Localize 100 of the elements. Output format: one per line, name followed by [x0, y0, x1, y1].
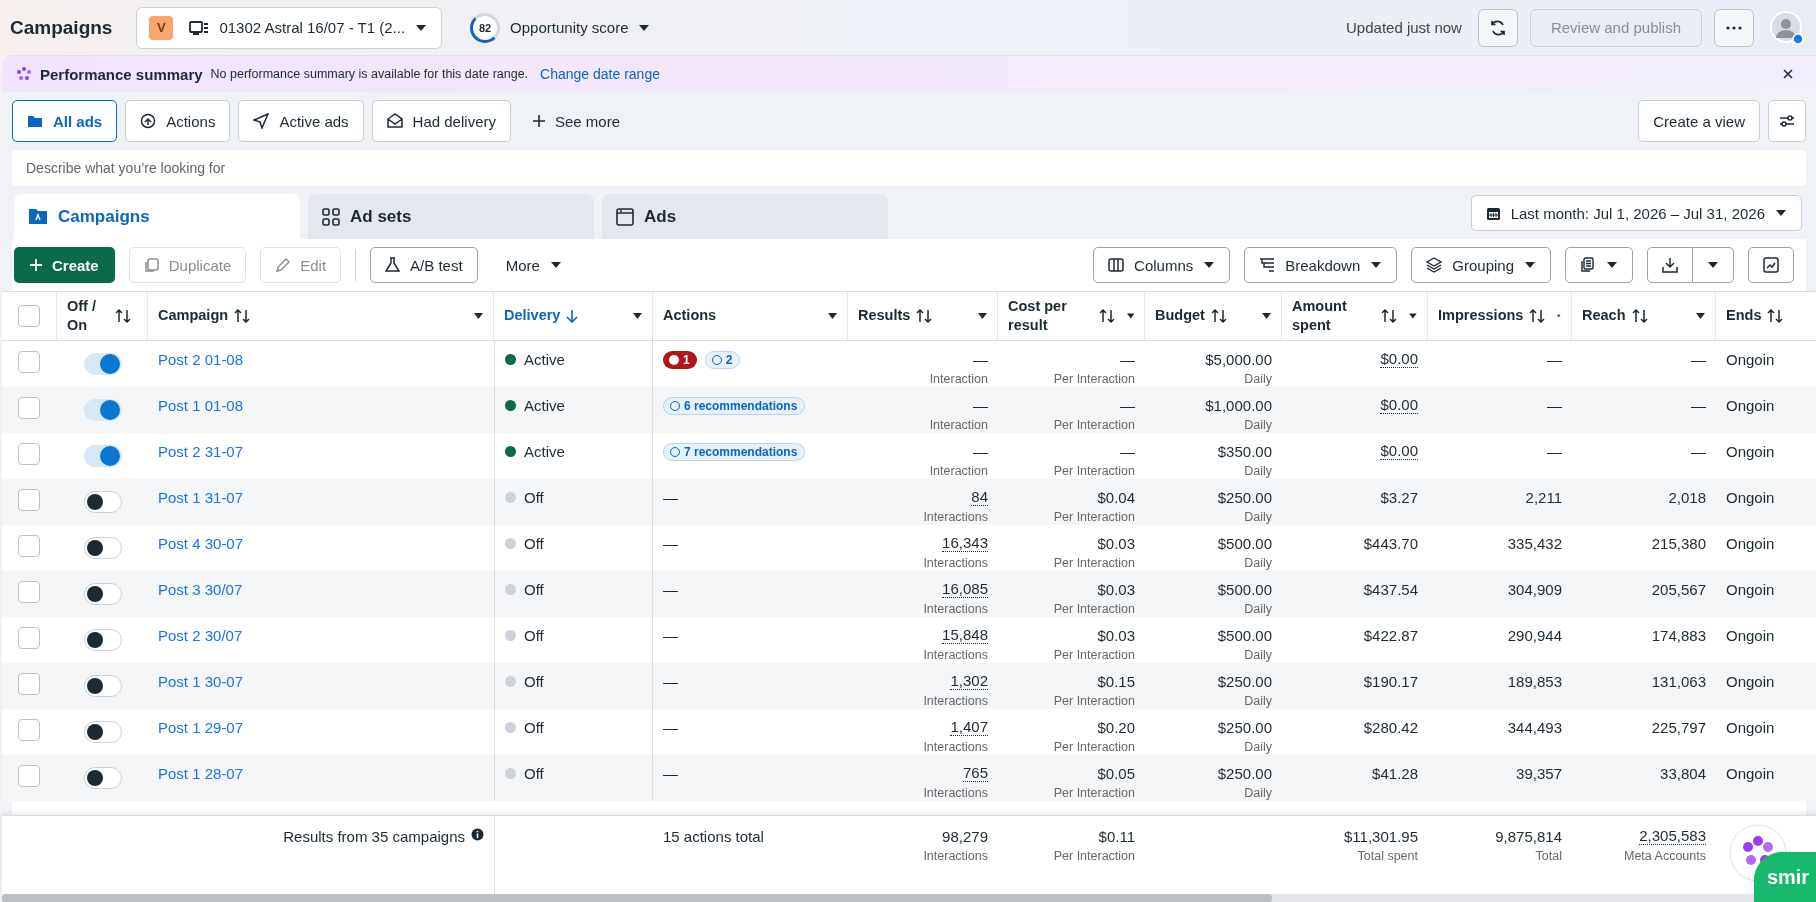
toggle-switch[interactable] [83, 398, 122, 421]
recommendation-badge[interactable]: 7 recommendations [663, 442, 806, 461]
refresh-button[interactable] [1477, 8, 1518, 47]
column-header[interactable]: Cost per result [998, 292, 1145, 340]
delivery-status: Off [524, 764, 544, 782]
toggle-switch[interactable] [83, 628, 122, 651]
delivery-status: Active [524, 396, 565, 414]
results-value: 1,407 [950, 718, 988, 736]
chart-button[interactable] [1748, 247, 1794, 283]
campaign-link[interactable]: Post 2 30/07 [158, 626, 243, 644]
column-header[interactable]: Impressions [1428, 292, 1572, 340]
row-checkbox[interactable] [18, 626, 40, 649]
column-header[interactable]: Amount spent [1282, 292, 1428, 340]
settings-button[interactable] [1768, 100, 1806, 142]
toggle-switch[interactable] [83, 536, 122, 559]
plus-icon [532, 115, 545, 127]
results-value: 15,848 [942, 626, 988, 644]
results-unit: Interaction [929, 371, 988, 386]
filter-button[interactable]: Active ads [238, 100, 364, 142]
campaign-link[interactable]: Post 1 01-08 [158, 396, 244, 414]
column-header[interactable]: Budget [1145, 292, 1282, 340]
campaign-link[interactable]: Post 1 28-07 [158, 764, 244, 782]
create-view-button[interactable]: Create a view [1638, 100, 1760, 142]
budget-unit: Daily [1244, 463, 1272, 478]
avatar-icon[interactable] [1770, 10, 1804, 45]
columns-button[interactable]: Columns [1093, 247, 1231, 283]
caret-icon [1126, 312, 1134, 319]
delivery-status: Active [524, 442, 565, 460]
toggle-switch[interactable] [83, 352, 122, 375]
row-checkbox[interactable] [18, 350, 40, 373]
budget-unit: Daily [1244, 785, 1272, 800]
budget-unit: Daily [1244, 555, 1272, 570]
change-date-link[interactable]: Change date range [540, 66, 660, 82]
create-button[interactable]: Create [14, 247, 115, 283]
level-tab[interactable]: Ads [602, 194, 888, 239]
row-checkbox[interactable] [18, 396, 40, 419]
more-button[interactable]: More [491, 246, 576, 284]
campaign-link[interactable]: Post 3 30/07 [158, 580, 243, 598]
row-checkbox[interactable] [18, 718, 40, 741]
breakdown-button[interactable]: Breakdown [1244, 247, 1398, 283]
reports-button[interactable] [1565, 247, 1633, 283]
row-checkbox[interactable] [18, 534, 40, 557]
column-header[interactable]: Reach [1572, 292, 1716, 340]
column-header[interactable]: Actions [653, 292, 848, 340]
reach-unit: Meta Accounts [1624, 849, 1706, 864]
column-header[interactable]: Delivery [494, 292, 653, 340]
toggle-switch[interactable] [83, 582, 122, 605]
campaign-link[interactable]: Post 1 31-07 [158, 488, 244, 506]
search-field[interactable]: Describe what you’re looking for [12, 150, 1806, 186]
filter-button[interactable]: Actions [125, 100, 231, 142]
budget-unit: Daily [1244, 647, 1272, 662]
level-tab[interactable]: Ad sets [308, 194, 594, 239]
campaign-link[interactable]: Post 1 30-07 [158, 672, 244, 690]
delivery-status: Off [524, 718, 544, 736]
cost-value: — [1120, 350, 1135, 368]
close-icon[interactable] [1782, 68, 1794, 80]
campaign-link[interactable]: Post 2 01-08 [158, 350, 244, 368]
toggle-switch[interactable] [83, 490, 122, 513]
campaign-link[interactable]: Post 1 29-07 [158, 718, 244, 736]
toggle-switch[interactable] [83, 444, 122, 467]
actions-value: — [663, 718, 678, 736]
export-menu-button[interactable] [1693, 247, 1734, 283]
date-range-picker[interactable]: Last month: Jul 1, 2026 – Jul 31, 2026 [1470, 195, 1802, 231]
row-checkbox[interactable] [18, 580, 40, 603]
column-header[interactable]: Ends [1716, 292, 1816, 340]
info-icon[interactable] [471, 828, 484, 842]
opportunity-score-button[interactable]: 82 Opportunity score [464, 11, 657, 44]
toggle-switch[interactable] [83, 766, 122, 789]
column-header[interactable]: Off / On [57, 292, 148, 340]
sort-icon [115, 308, 131, 323]
amount-value: $3.27 [1380, 488, 1418, 506]
row-checkbox[interactable] [18, 672, 40, 695]
level-tab[interactable]: Campaigns [14, 194, 300, 239]
row-checkbox[interactable] [18, 488, 40, 511]
column-header[interactable]: Results [848, 292, 998, 340]
campaign-link[interactable]: Post 4 30-07 [158, 534, 244, 552]
row-checkbox[interactable] [18, 764, 40, 787]
budget-value: $500.00 [1217, 534, 1272, 552]
recommendation-badge[interactable]: 6 recommendations [663, 396, 806, 415]
scrollbar-thumb[interactable] [2, 894, 1272, 902]
recommendation-badge[interactable]: 2 [704, 350, 741, 369]
filter-button[interactable]: Had delivery [371, 100, 511, 142]
amount-unit: Total spent [1357, 849, 1418, 864]
export-button[interactable] [1647, 247, 1693, 283]
budget-value: $1,000.00 [1205, 396, 1272, 414]
see-more-button[interactable]: See more [518, 102, 634, 140]
filter-button[interactable]: All ads [12, 100, 118, 142]
error-badge[interactable]: 1 [663, 350, 697, 369]
select-all-checkbox[interactable] [18, 304, 40, 327]
account-selector[interactable]: V 01302 Astral 16/07 - T1 (2... [136, 6, 443, 49]
reach-value: 2,018 [1668, 488, 1706, 506]
ab-test-button[interactable]: A/B test [370, 247, 478, 283]
grouping-button[interactable]: Grouping [1411, 247, 1551, 283]
row-checkbox[interactable] [18, 442, 40, 465]
toggle-switch[interactable] [83, 674, 122, 697]
toggle-switch[interactable] [83, 720, 122, 743]
reach-total: 2,305,583 [1639, 828, 1706, 846]
cost-unit: Per Interaction [1053, 693, 1135, 708]
column-header[interactable]: Campaign [148, 292, 494, 340]
campaign-link[interactable]: Post 2 31-07 [158, 442, 244, 460]
